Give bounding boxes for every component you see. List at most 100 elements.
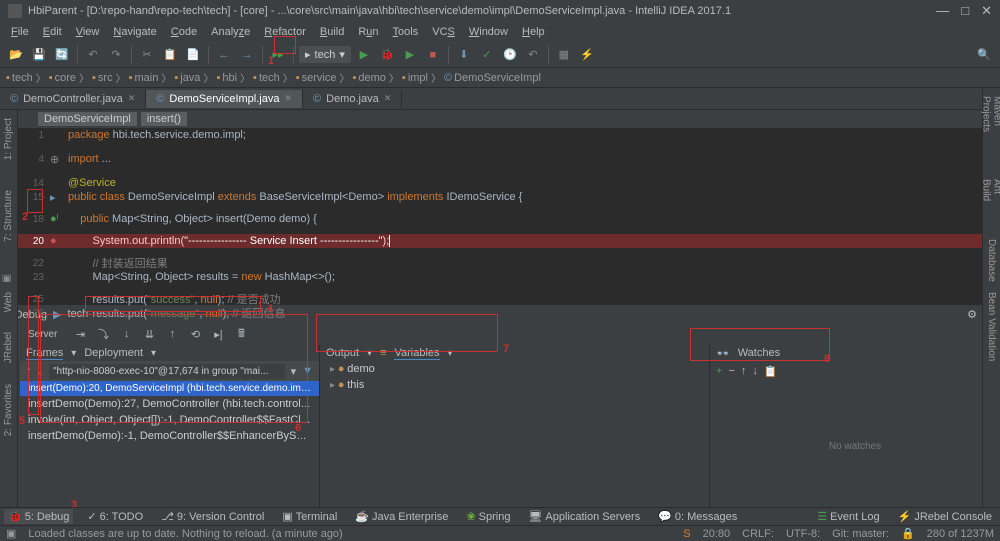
- menu-window[interactable]: Window: [464, 24, 513, 40]
- sidebar-jrebel[interactable]: JRebel: [3, 332, 14, 363]
- menu-edit[interactable]: Edit: [38, 24, 67, 40]
- crumb-main[interactable]: ▪main: [129, 72, 159, 84]
- server-tab[interactable]: Server: [20, 327, 65, 342]
- show-exec-point-icon[interactable]: ⇥: [71, 325, 89, 343]
- stack-frame[interactable]: insert(Demo):20, DemoServiceImpl (hbi.te…: [20, 381, 319, 396]
- sidebar-web[interactable]: Web: [3, 292, 14, 312]
- stack-frame[interactable]: insertDemo(Demo):-1, DemoController$$Enh…: [20, 428, 319, 444]
- variable-item[interactable]: ● this: [320, 377, 709, 393]
- close-icon[interactable]: ✕: [384, 93, 392, 104]
- crumb-core[interactable]: ▪core: [49, 72, 76, 84]
- menu-code[interactable]: Code: [166, 24, 202, 40]
- up-icon[interactable]: ↑: [741, 365, 747, 377]
- step-into-icon[interactable]: ↓: [117, 325, 135, 343]
- maximize-button[interactable]: □: [961, 3, 969, 19]
- back-icon[interactable]: ←: [214, 45, 234, 65]
- line-ending[interactable]: CRLF:: [742, 528, 774, 540]
- vcs-revert-icon[interactable]: ↶: [523, 45, 543, 65]
- encoding[interactable]: UTF-8:: [786, 528, 820, 540]
- memory-indicator[interactable]: 280 of 1237M: [927, 528, 994, 540]
- save-icon[interactable]: 💾: [29, 45, 49, 65]
- evaluate-icon[interactable]: 🖩: [232, 325, 250, 343]
- status-tool-icon[interactable]: ▣: [6, 527, 16, 540]
- crumb-tech[interactable]: ▪tech: [6, 72, 33, 84]
- watches-tab[interactable]: Watches: [738, 347, 780, 359]
- add-watch-icon[interactable]: +: [716, 365, 722, 377]
- sidebar-structure[interactable]: 7: Structure: [3, 190, 14, 242]
- close-icon[interactable]: ✕: [128, 93, 136, 104]
- force-step-into-icon[interactable]: ⇊: [140, 325, 158, 343]
- menu-build[interactable]: Build: [315, 24, 349, 40]
- stack-frame[interactable]: invoke(int, Object, Object[]):-1, DemoCo…: [20, 412, 319, 428]
- down-icon[interactable]: ↓: [752, 365, 758, 377]
- remove-watch-icon[interactable]: −: [728, 365, 734, 377]
- menu-file[interactable]: File: [6, 24, 34, 40]
- crumb-src[interactable]: ▪src: [92, 72, 113, 84]
- step-out-icon[interactable]: ↑: [163, 325, 181, 343]
- vcs-history-icon[interactable]: 🕑: [500, 45, 520, 65]
- tool-jrebel[interactable]: ⚡JRebel Console: [894, 509, 996, 524]
- debug-icon[interactable]: 🐞: [377, 45, 397, 65]
- paste-icon[interactable]: 📄: [183, 45, 203, 65]
- copy-icon[interactable]: 📋: [160, 45, 180, 65]
- redo-icon[interactable]: ↷: [106, 45, 126, 65]
- tool-javaee[interactable]: ☕Java Enterprise: [351, 509, 452, 524]
- crumb-impl[interactable]: ▪impl: [402, 72, 428, 84]
- variable-item[interactable]: ● demo: [320, 361, 709, 377]
- sidebar-database[interactable]: Database: [986, 239, 997, 282]
- close-icon[interactable]: ✕: [284, 93, 292, 104]
- crumb-service[interactable]: ▪service: [296, 72, 337, 84]
- menu-analyze[interactable]: Analyze: [206, 24, 255, 40]
- jrebel-icon[interactable]: ⚡: [577, 45, 597, 65]
- search-icon[interactable]: 🔍: [974, 45, 994, 65]
- close-button[interactable]: ✕: [981, 3, 992, 19]
- run-icon[interactable]: ▶: [354, 45, 374, 65]
- copy-icon[interactable]: 📋: [764, 365, 778, 378]
- output-tab[interactable]: Output: [326, 347, 359, 359]
- cut-icon[interactable]: ✂: [137, 45, 157, 65]
- menu-run[interactable]: Run: [353, 24, 383, 40]
- drop-frame-icon[interactable]: ⟲: [186, 325, 204, 343]
- sidebar-bean-validation[interactable]: Bean Validation: [986, 292, 997, 361]
- menu-navigate[interactable]: Navigate: [108, 24, 161, 40]
- frames-tab[interactable]: Frames: [26, 347, 63, 360]
- crumb-java[interactable]: ▪java: [174, 72, 200, 84]
- sidebar-favorites[interactable]: 2: Favorites: [3, 384, 14, 436]
- crumb-method[interactable]: insert(): [141, 112, 187, 126]
- input-method-icon[interactable]: S: [683, 528, 690, 540]
- stack-frame[interactable]: insertDemo(Demo):27, DemoController (hbi…: [20, 396, 319, 412]
- stop-icon[interactable]: ■: [423, 45, 443, 65]
- menu-help[interactable]: Help: [517, 24, 550, 40]
- menu-vcs[interactable]: VCS: [427, 24, 460, 40]
- caret-position[interactable]: 20:80: [703, 528, 731, 540]
- minimize-button[interactable]: —: [936, 3, 949, 19]
- sidebar-ant[interactable]: Ant Build: [981, 179, 1000, 210]
- menu-view[interactable]: View: [71, 24, 105, 40]
- forward-icon[interactable]: →: [237, 45, 257, 65]
- menu-refactor[interactable]: Refactor: [259, 24, 311, 40]
- tool-appservers[interactable]: 🖥Application Servers: [524, 509, 644, 524]
- crumb-demo[interactable]: ▪demo: [352, 72, 385, 84]
- vcs-commit-icon[interactable]: ✓: [477, 45, 497, 65]
- menu-tools[interactable]: Tools: [388, 24, 424, 40]
- tool-messages[interactable]: 💬0: Messages: [654, 509, 741, 524]
- run-to-cursor-icon[interactable]: ▸|: [209, 325, 227, 343]
- vcs-update-icon[interactable]: ⬇: [454, 45, 474, 65]
- tool-vcs[interactable]: ⎇9: Version Control: [157, 509, 268, 524]
- coverage-icon[interactable]: ▶: [400, 45, 420, 65]
- step-over-icon[interactable]: ⤵: [94, 325, 112, 343]
- tool-eventlog[interactable]: ☰Event Log: [813, 509, 883, 524]
- sync-icon[interactable]: 🔄: [52, 45, 72, 65]
- tool-spring[interactable]: ❀Spring: [462, 509, 514, 524]
- next-frame-icon[interactable]: ↓: [38, 365, 44, 377]
- tool-terminal[interactable]: ▣Terminal: [278, 509, 341, 524]
- tool-todo[interactable]: ✓6: TODO: [83, 509, 147, 524]
- structure-icon[interactable]: ▦: [554, 45, 574, 65]
- sidebar-project[interactable]: 1: Project: [3, 118, 14, 160]
- code-editor[interactable]: DemoServiceImpl insert() 1package hbi.te…: [18, 110, 1000, 304]
- tab-demo[interactable]: ©Demo.java✕: [303, 90, 402, 108]
- tab-democontroller[interactable]: ©DemoController.java✕: [0, 90, 146, 108]
- run-config-selector[interactable]: ▸ tech ▾: [299, 46, 351, 63]
- prev-frame-icon[interactable]: ↑: [26, 365, 32, 377]
- crumb-hbi[interactable]: ▪hbi: [216, 72, 237, 84]
